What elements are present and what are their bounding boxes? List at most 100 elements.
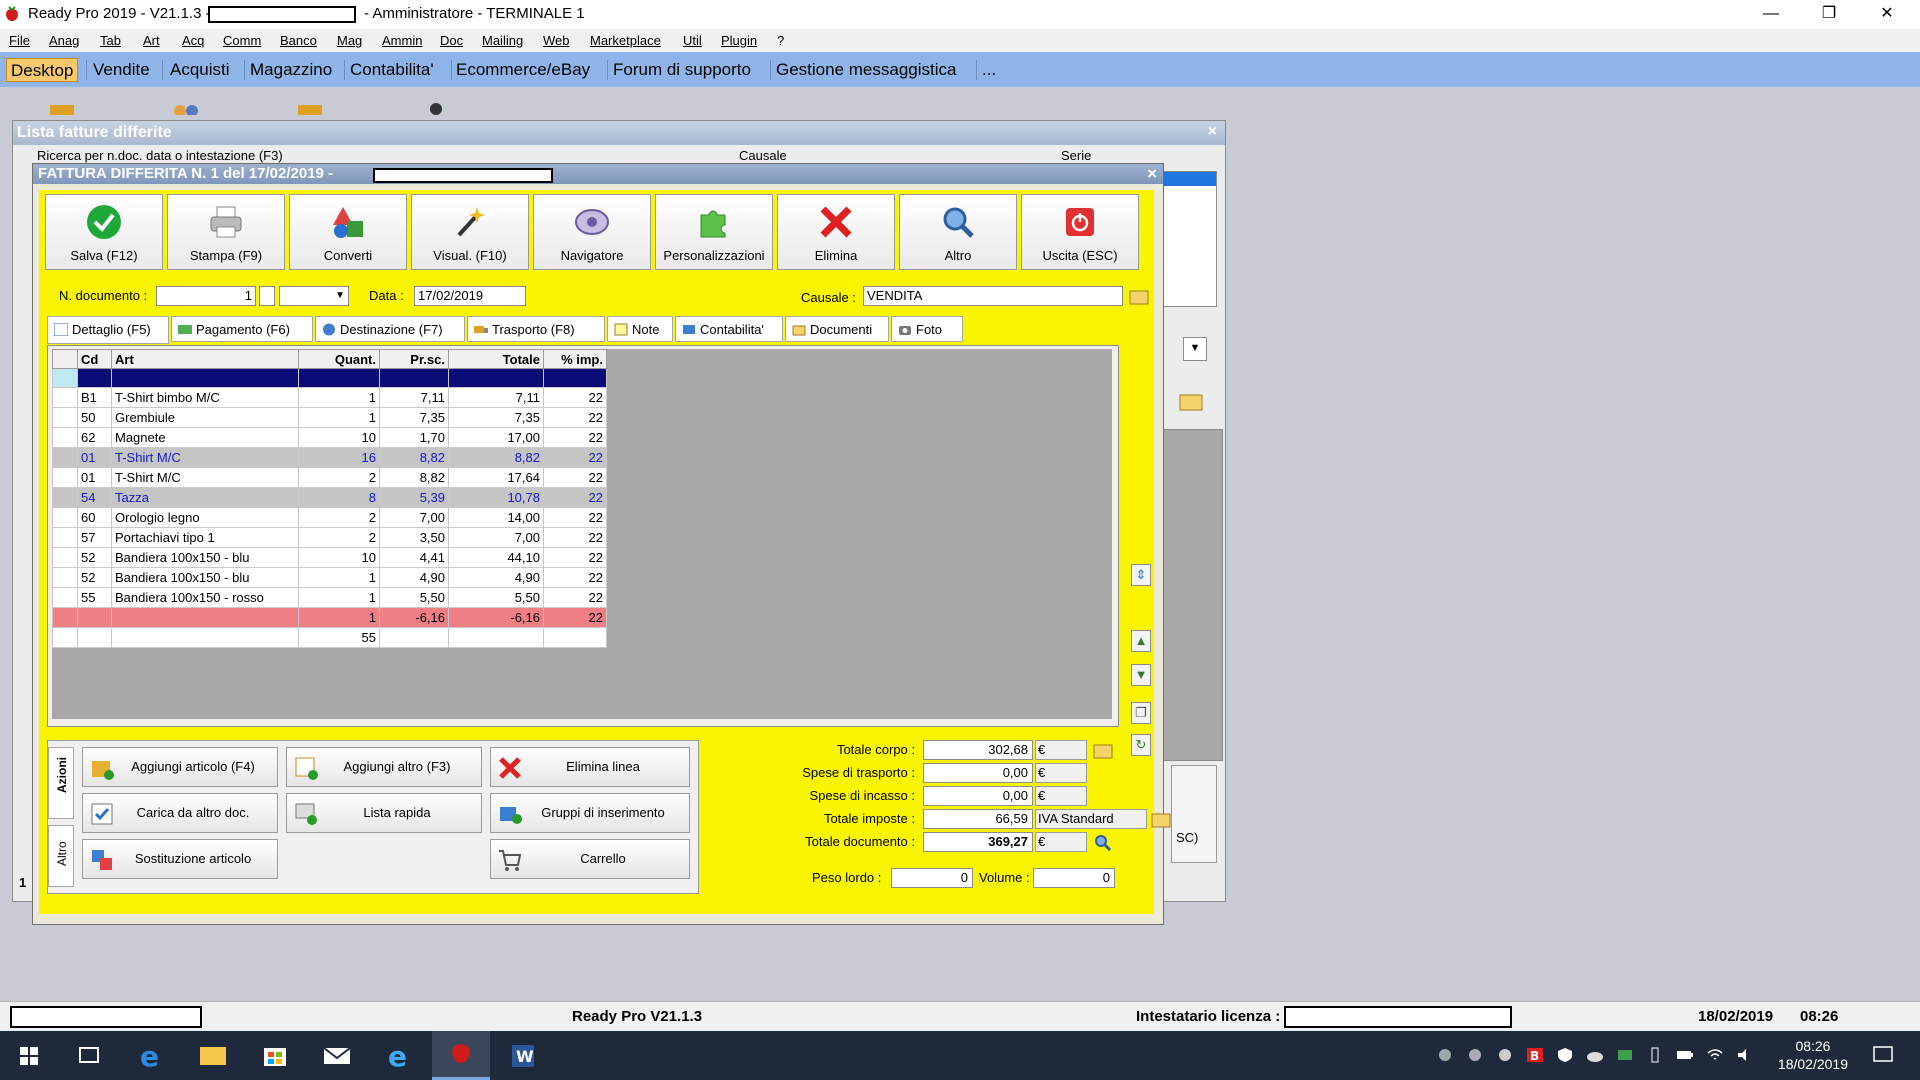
tab-forum[interactable]: Forum di supporto: [609, 58, 755, 82]
tab-destinazione[interactable]: Destinazione (F7): [315, 316, 465, 342]
vat-field[interactable]: IVA Standard: [1035, 809, 1147, 829]
table-row[interactable]: 57 Portachiavi tipo 1 2 3,50 7,00 22: [52, 527, 607, 548]
cell-totale[interactable]: 44,10: [448, 547, 544, 568]
cell-cd[interactable]: 57: [77, 527, 112, 548]
tab-trasporto[interactable]: Trasporto (F8): [467, 316, 605, 342]
tab-documenti[interactable]: Documenti: [785, 316, 889, 342]
tab-contabilita[interactable]: Contabilita': [346, 58, 438, 82]
print-button[interactable]: Stampa (F9): [167, 194, 285, 270]
transport-costs-input[interactable]: 0,00: [923, 763, 1033, 783]
tab-contabilita[interactable]: Contabilita': [675, 316, 783, 342]
row-selector[interactable]: [52, 547, 78, 568]
row-selector[interactable]: [52, 368, 78, 388]
menu-ammin[interactable]: Ammin: [382, 33, 422, 48]
customizations-button[interactable]: Personalizzazioni: [655, 194, 773, 270]
cell-prsc[interactable]: 7,35: [379, 407, 449, 428]
exit-button-partial[interactable]: SC): [1171, 765, 1217, 863]
replace-article-button[interactable]: Sostituzione articolo: [82, 839, 278, 879]
volume-input[interactable]: 0: [1033, 868, 1115, 888]
cell-art[interactable]: T-Shirt bimbo M/C: [111, 387, 299, 408]
desktop-users-icon[interactable]: [170, 103, 204, 115]
folder-icon[interactable]: [1177, 389, 1205, 413]
cell-art[interactable]: Grembiule: [111, 407, 299, 428]
cell-totale[interactable]: 17,64: [448, 467, 544, 488]
desktop-shortcut-icon[interactable]: [48, 103, 78, 115]
cell-quant[interactable]: 1: [298, 587, 380, 608]
cell-quant[interactable]: 1: [298, 567, 380, 588]
restore-button[interactable]: ❐: [1800, 0, 1858, 29]
cell-totale[interactable]: 5,50: [448, 587, 544, 608]
cell-art[interactable]: Tazza: [111, 487, 299, 508]
cell-cd[interactable]: 54: [77, 487, 112, 508]
date-input[interactable]: 17/02/2019: [414, 286, 526, 306]
row-selector[interactable]: [52, 507, 78, 528]
row-selector[interactable]: [52, 407, 78, 428]
volume-icon[interactable]: [1736, 1047, 1754, 1063]
cell-totale[interactable]: 7,11: [448, 387, 544, 408]
table-row[interactable]: 62 Magnete 10 1,70 17,00 22: [52, 427, 607, 448]
close-button[interactable]: ✕: [1858, 0, 1916, 29]
tray-app-icon[interactable]: [1436, 1047, 1454, 1063]
cell-totale[interactable]: 17,00: [448, 427, 544, 448]
ready-pro-taskbar-icon[interactable]: [432, 1031, 490, 1080]
cell-cd[interactable]: 01: [77, 467, 112, 488]
cell-quant[interactable]: 2: [298, 467, 380, 488]
cell-imp[interactable]: 22: [543, 527, 607, 548]
move-up-icon[interactable]: ▲: [1131, 630, 1151, 652]
menu-file[interactable]: File: [9, 33, 30, 48]
navigator-button[interactable]: Navigatore: [533, 194, 651, 270]
detail-grid[interactable]: Cd Art Quant. Pr.sc. Totale % imp. B1 T-S…: [52, 349, 607, 648]
cell-cd[interactable]: 60: [77, 507, 112, 528]
table-row[interactable]: 60 Orologio legno 2 7,00 14,00 22: [52, 507, 607, 528]
col-cd[interactable]: Cd: [77, 349, 112, 369]
cell-quant[interactable]: 1: [298, 407, 380, 428]
cell-art[interactable]: [111, 607, 299, 628]
edge-browser-icon[interactable]: e: [122, 1031, 180, 1080]
tab-note[interactable]: Note: [607, 316, 673, 342]
menu-web[interactable]: Web: [543, 33, 570, 48]
usb-icon[interactable]: [1646, 1047, 1664, 1063]
cell-quant[interactable]: 2: [298, 507, 380, 528]
gross-weight-input[interactable]: 0: [891, 868, 973, 888]
row-selector[interactable]: [52, 607, 78, 628]
cell-imp[interactable]: 22: [543, 467, 607, 488]
menu-acq[interactable]: Acq: [182, 33, 204, 48]
invoice-list-close-icon[interactable]: ×: [1208, 123, 1217, 141]
exit-button[interactable]: Uscita (ESC): [1021, 194, 1139, 270]
tray-app-icon[interactable]: [1466, 1047, 1484, 1063]
row-selector[interactable]: [52, 487, 78, 508]
row-selector[interactable]: [52, 447, 78, 468]
move-down-icon[interactable]: ▼: [1131, 664, 1151, 686]
search-icon[interactable]: [1093, 833, 1113, 851]
taskbar-clock[interactable]: 08:26 18/02/2019: [1778, 1037, 1848, 1073]
cart-button[interactable]: Carrello: [490, 839, 690, 879]
menu-banco[interactable]: Banco: [280, 33, 317, 48]
add-article-button[interactable]: Aggiungi articolo (F4): [82, 747, 278, 787]
tab-dettaglio[interactable]: Dettaglio (F5): [47, 316, 169, 344]
cell-totale[interactable]: 8,82: [448, 447, 544, 468]
cell-totale[interactable]: -6,16: [448, 607, 544, 628]
cell-imp[interactable]: 22: [543, 487, 607, 508]
col-imp[interactable]: % imp.: [543, 349, 607, 369]
table-row[interactable]: 54 Tazza 8 5,39 10,78 22: [52, 487, 607, 508]
cell-prsc[interactable]: 8,82: [379, 447, 449, 468]
menu-anag[interactable]: Anag: [49, 33, 79, 48]
cell-art[interactable]: T-Shirt M/C: [111, 447, 299, 468]
cell-imp[interactable]: 22: [543, 607, 607, 628]
tab-magazzino[interactable]: Magazzino: [246, 58, 336, 82]
desktop-box-icon[interactable]: [294, 101, 328, 115]
cell-prsc[interactable]: 3,50: [379, 527, 449, 548]
tab-messaggistica[interactable]: Gestione messaggistica: [772, 58, 960, 82]
cell-quant[interactable]: 8: [298, 487, 380, 508]
table-row-selected[interactable]: [52, 368, 607, 388]
copy-row-icon[interactable]: ❐: [1131, 702, 1151, 724]
cell-prsc[interactable]: 7,11: [379, 387, 449, 408]
cell-quant[interactable]: 2: [298, 527, 380, 548]
cell-totale[interactable]: 4,90: [448, 567, 544, 588]
windows-start-icon[interactable]: [0, 1031, 58, 1080]
cell[interactable]: [543, 368, 607, 388]
tray-b-icon[interactable]: B: [1526, 1047, 1544, 1063]
menu-help[interactable]: ?: [777, 33, 784, 48]
folder-icon[interactable]: [1093, 741, 1113, 759]
scroll-top-icon[interactable]: ⇕: [1131, 564, 1151, 586]
